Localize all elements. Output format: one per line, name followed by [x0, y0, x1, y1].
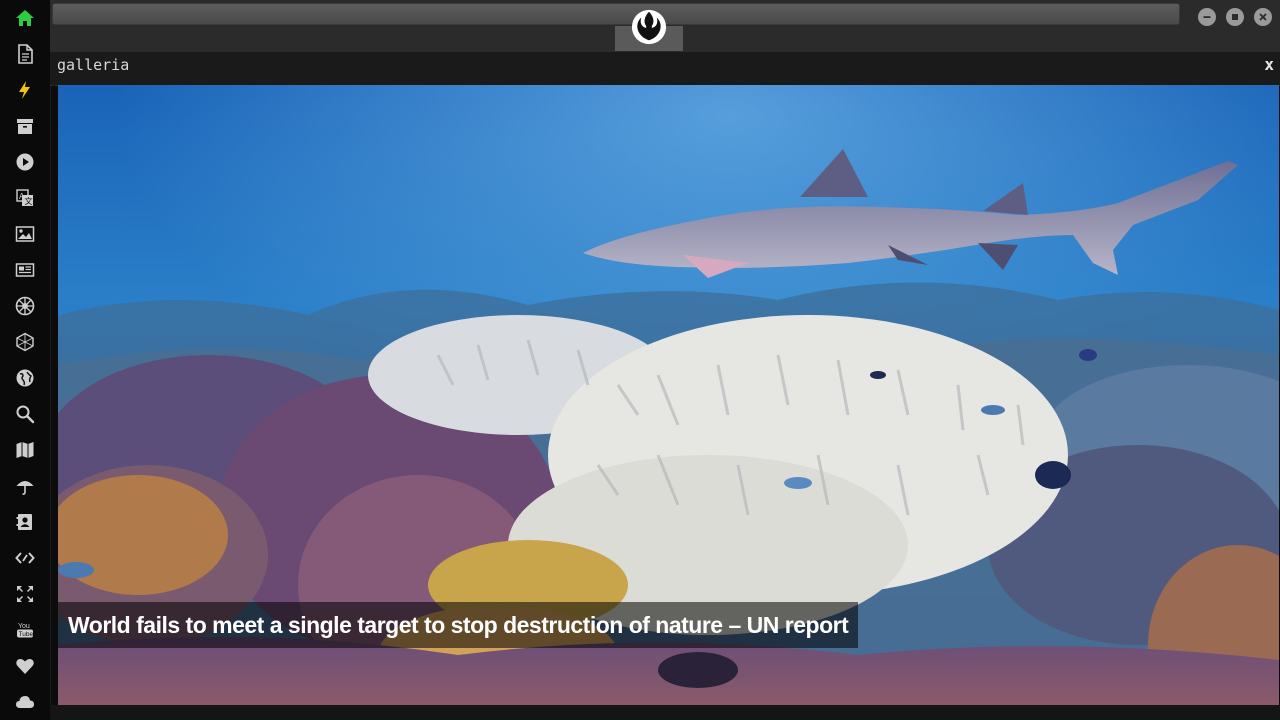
galactic-empire-icon[interactable]: [13, 294, 37, 318]
map-icon[interactable]: [13, 438, 37, 462]
close-window-button[interactable]: [1254, 8, 1272, 26]
play-icon[interactable]: [13, 150, 37, 174]
lightning-icon[interactable]: [13, 78, 37, 102]
document-icon[interactable]: [13, 42, 37, 66]
contact-card-icon[interactable]: [13, 510, 37, 534]
archive-icon[interactable]: [13, 114, 37, 138]
youtube-tube-text: Tube: [19, 631, 34, 638]
newspaper-icon[interactable]: [13, 258, 37, 282]
cube-icon[interactable]: [13, 330, 37, 354]
gallery-caption: World fails to meet a single target to s…: [58, 602, 859, 648]
youtube-icon[interactable]: You Tube: [13, 618, 37, 642]
svg-text:文: 文: [25, 196, 33, 206]
maximize-button[interactable]: [1226, 8, 1244, 26]
code-icon[interactable]: [13, 546, 37, 570]
search-icon[interactable]: [13, 402, 37, 426]
image-icon[interactable]: [13, 222, 37, 246]
top-bar: [50, 0, 1280, 52]
sidebar: A文 You Tube: [0, 0, 51, 720]
panel-close-button[interactable]: x: [1264, 55, 1274, 74]
umbrella-icon[interactable]: [13, 474, 37, 498]
heart-icon[interactable]: [13, 654, 37, 678]
cloud-icon[interactable]: [13, 690, 37, 714]
expand-icon[interactable]: [13, 582, 37, 606]
home-icon[interactable]: [13, 6, 37, 30]
address-bar[interactable]: [52, 3, 1180, 25]
panel-titlebar: galleria x: [50, 52, 1280, 86]
minimize-button[interactable]: [1198, 8, 1216, 26]
translate-icon[interactable]: A文: [13, 186, 37, 210]
rebel-alliance-icon[interactable]: [630, 8, 668, 46]
globe-icon[interactable]: [13, 366, 37, 390]
gallery-image[interactable]: World fails to meet a single target to s…: [58, 85, 1279, 705]
bottom-strip: [50, 705, 1280, 720]
panel-title: galleria: [57, 56, 130, 74]
youtube-you-text: You: [18, 623, 30, 630]
